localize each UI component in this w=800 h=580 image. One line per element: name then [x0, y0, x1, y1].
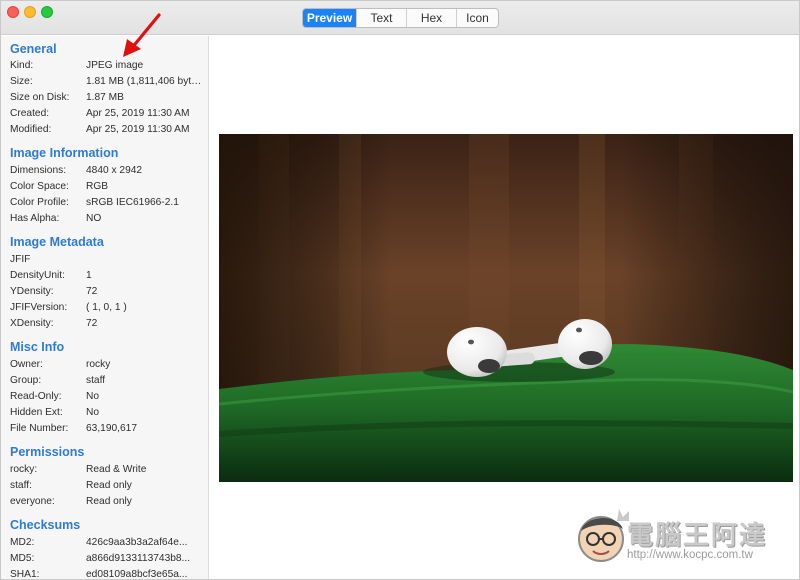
info-key: JFIFVersion: — [10, 302, 68, 313]
section-title-general: General — [10, 42, 57, 56]
info-key: Size on Disk: — [10, 92, 70, 103]
site-watermark: 電腦王阿達 http://www.kocpc.com.tw — [569, 499, 797, 575]
section-title-image-information: Image Information — [10, 146, 119, 160]
info-row: rocky: Read & Write — [10, 464, 202, 478]
watermark-url: http://www.kocpc.com.tw — [627, 549, 753, 561]
info-row: Group: staff — [10, 375, 202, 389]
info-value: 72 — [86, 286, 98, 297]
minimize-window-button[interactable] — [24, 6, 36, 18]
info-row: YDensity: 72 — [10, 286, 202, 300]
info-value: a866d9133113743b8... — [86, 553, 191, 564]
info-key: MD2: — [10, 537, 35, 548]
info-key: SHA1: — [10, 569, 40, 580]
info-key: Size: — [10, 76, 33, 87]
info-row: XDensity: 72 — [10, 318, 202, 332]
info-value: No — [86, 407, 100, 418]
info-row: Hidden Ext: No — [10, 407, 202, 421]
info-row: Has Alpha: NO — [10, 213, 202, 227]
info-key: Modified: — [10, 124, 52, 135]
preview-image — [219, 134, 793, 482]
red-arrow-annotation — [123, 13, 161, 57]
info-row: JFIFVersion: ( 1, 0, 1 ) — [10, 302, 202, 316]
info-key: staff: — [10, 480, 32, 491]
info-key: Has Alpha: — [10, 213, 60, 224]
info-row: Dimensions: 4840 x 2942 — [10, 165, 202, 179]
info-value: 1.81 MB (1,811,406 bytes) — [86, 76, 202, 87]
info-key: Owner: — [10, 359, 43, 370]
info-row: Created: Apr 25, 2019 11:30 AM — [10, 108, 202, 122]
info-key: rocky: — [10, 464, 38, 475]
info-row: Size on Disk: 1.87 MB — [10, 92, 202, 106]
zoom-window-button[interactable] — [41, 6, 53, 18]
info-row: SHA1: ed08109a8bcf3e65a... — [10, 569, 202, 580]
info-value: Apr 25, 2019 11:30 AM — [86, 108, 190, 119]
file-info-window: Preview Text Hex Icon General Kind: JPEG … — [0, 0, 800, 580]
info-row: Read-Only: No — [10, 391, 202, 405]
info-value: ed08109a8bcf3e65a... — [86, 569, 188, 580]
info-row: staff: Read only — [10, 480, 202, 494]
info-key: Hidden Ext: — [10, 407, 63, 418]
info-row: File Number: 63,190,617 — [10, 423, 202, 437]
tab-icon[interactable]: Icon — [456, 9, 498, 27]
tab-text[interactable]: Text — [356, 9, 406, 27]
info-value: 63,190,617 — [86, 423, 137, 434]
info-key: XDensity: — [10, 318, 54, 329]
info-row: JFIF — [10, 254, 202, 268]
section-title-image-metadata: Image Metadata — [10, 235, 104, 249]
info-value: Read only — [86, 480, 132, 491]
info-key: File Number: — [10, 423, 69, 434]
info-row: Size: 1.81 MB (1,811,406 bytes) — [10, 76, 202, 90]
info-value: JPEG image — [86, 60, 144, 71]
info-value: staff — [86, 375, 106, 386]
info-row: Modified: Apr 25, 2019 11:30 AM — [10, 124, 202, 138]
info-row: Color Profile: sRGB IEC61966-2.1 — [10, 197, 202, 211]
info-key: Kind: — [10, 60, 34, 71]
info-key: DensityUnit: — [10, 270, 65, 281]
section-title-misc-info: Misc Info — [10, 340, 65, 354]
section-title-permissions: Permissions — [10, 445, 85, 459]
view-mode-segmented-control: Preview Text Hex Icon — [302, 8, 499, 28]
info-row: Kind: JPEG image — [10, 60, 202, 74]
info-value: ( 1, 0, 1 ) — [86, 302, 127, 313]
info-key: YDensity: — [10, 286, 54, 297]
info-value: rocky — [86, 359, 111, 370]
watermark-title: 電腦王阿達 — [627, 520, 768, 550]
info-key: everyone: — [10, 496, 55, 507]
info-value: Apr 25, 2019 11:30 AM — [86, 124, 190, 135]
info-value: 426c9aa3b3a2af64e... — [86, 537, 188, 548]
info-value: 1 — [86, 270, 92, 281]
info-value: Read only — [86, 496, 132, 507]
info-row: Color Space: RGB — [10, 181, 202, 195]
info-row: MD5: a866d9133113743b8... — [10, 553, 202, 567]
info-value: sRGB IEC61966-2.1 — [86, 197, 179, 208]
info-row: everyone: Read only — [10, 496, 202, 510]
info-row: Owner: rocky — [10, 359, 202, 373]
info-value: No — [86, 391, 100, 402]
info-value: RGB — [86, 181, 109, 192]
info-key: Group: — [10, 375, 42, 386]
info-key: Dimensions: — [10, 165, 67, 176]
info-key: Created: — [10, 108, 50, 119]
section-title-checksums: Checksums — [10, 518, 81, 532]
info-key: Color Space: — [10, 181, 69, 192]
info-value: NO — [86, 213, 102, 224]
info-row: MD2: 426c9aa3b3a2af64e... — [10, 537, 202, 551]
info-value: 72 — [86, 318, 98, 329]
info-key: JFIF — [10, 254, 31, 265]
info-key: MD5: — [10, 553, 35, 564]
info-value: 1.87 MB — [86, 92, 124, 103]
tab-preview[interactable]: Preview — [303, 9, 356, 27]
info-row: DensityUnit: 1 — [10, 270, 202, 284]
info-value: 4840 x 2942 — [86, 165, 143, 176]
tab-hex[interactable]: Hex — [406, 9, 456, 27]
info-key: Read-Only: — [10, 391, 62, 402]
info-key: Color Profile: — [10, 197, 69, 208]
close-window-button[interactable] — [7, 6, 19, 18]
info-value: Read & Write — [86, 464, 147, 475]
info-sidebar[interactable]: General Kind: JPEG image Size: 1.81 MB (1,… — [1, 36, 209, 580]
airpods-on-moss-photo — [219, 134, 793, 482]
mascot-face-icon — [578, 509, 629, 562]
